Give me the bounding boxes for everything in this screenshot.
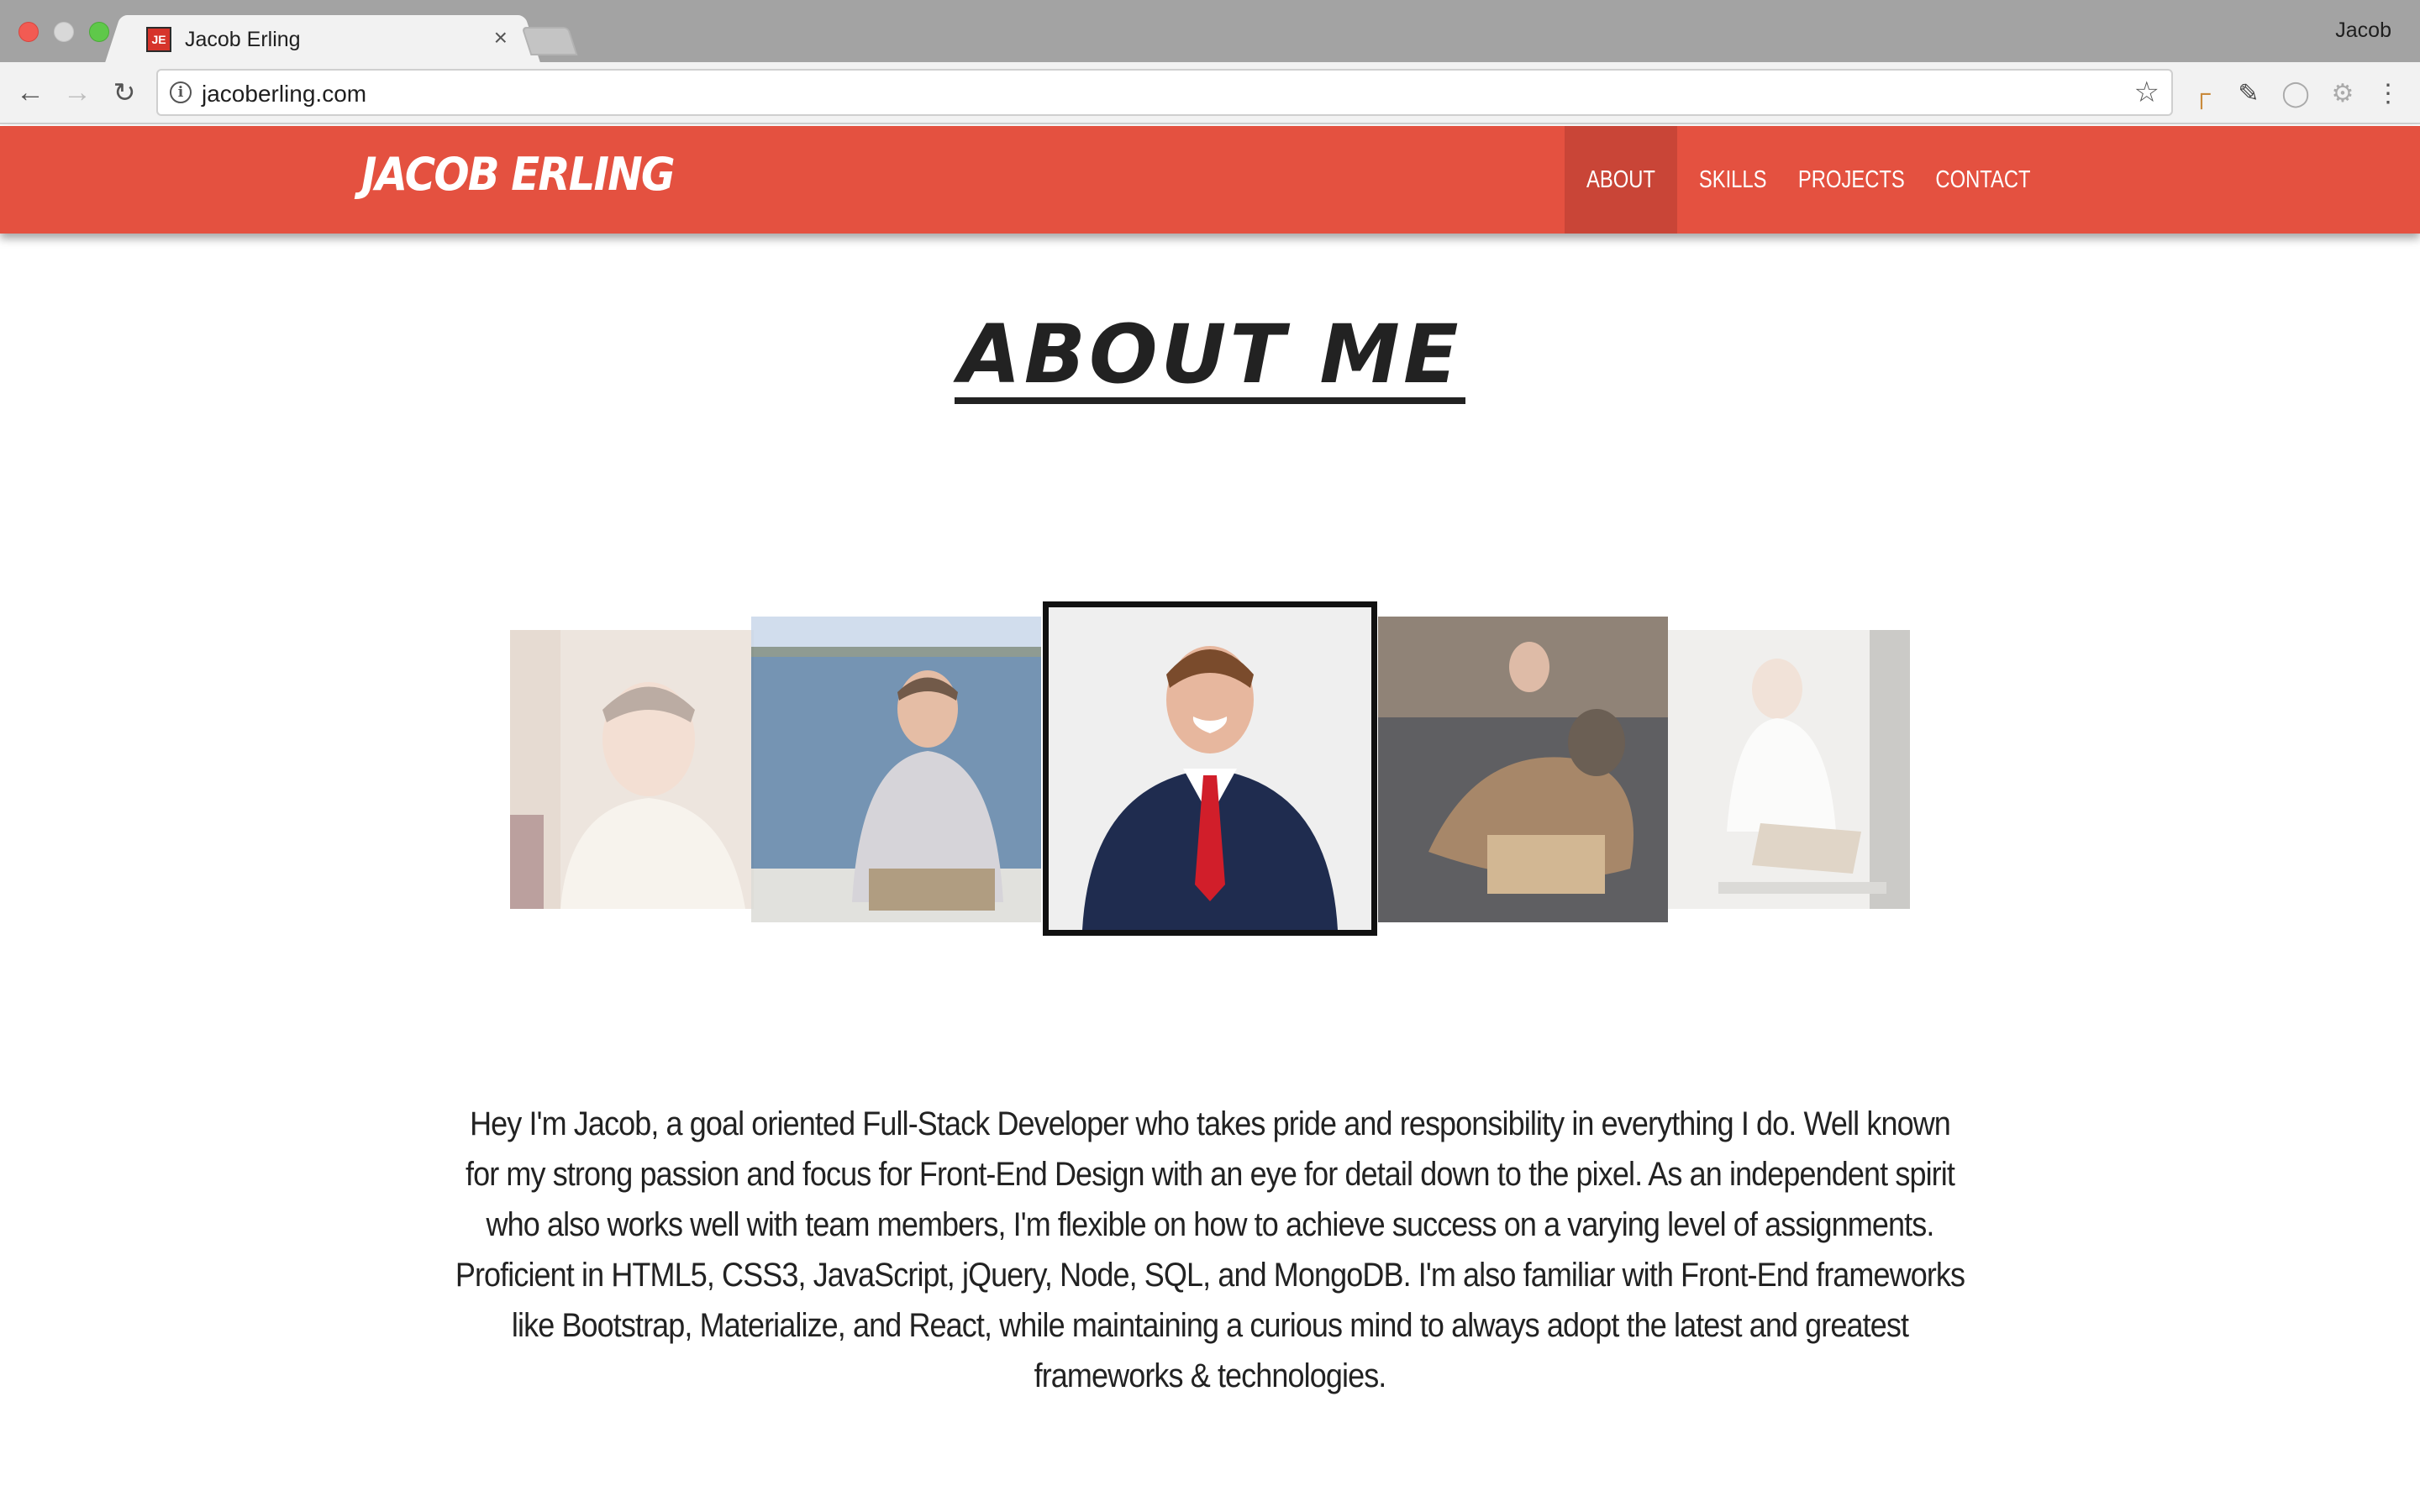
extension-ruler-icon[interactable]: ┌	[2185, 77, 2218, 111]
photo-carousel[interactable]	[0, 588, 2420, 941]
close-tab-icon[interactable]: ×	[494, 25, 508, 50]
star-icon[interactable]: ☆	[2134, 76, 2160, 109]
info-icon[interactable]: i	[170, 81, 192, 103]
browser-titlebar: JE Jacob Erling × Jacob	[0, 0, 2420, 64]
site-nav: ABOUT SKILLS PROJECTS CONTACT	[1565, 126, 2052, 234]
minimize-window-button[interactable]	[54, 22, 74, 42]
site-header: JACOB ERLING ABOUT SKILLS PROJECTS CONTA…	[0, 126, 2420, 234]
nav-skills[interactable]: SKILLS	[1677, 126, 1788, 234]
browser-toolbar: ← → ↻ i jacoberling.com ☆ ┌ ✎ ◯ ⚙ ⋮	[0, 62, 2420, 124]
nav-about[interactable]: ABOUT	[1565, 126, 1677, 234]
tab-title: Jacob Erling	[185, 28, 301, 51]
eyedropper-icon[interactable]: ✎	[2232, 77, 2265, 111]
browser-menu-icon[interactable]: ⋮	[2371, 77, 2405, 111]
new-tab-button[interactable]	[521, 27, 578, 55]
about-title: ABOUT ME	[0, 307, 2420, 404]
zoom-window-button[interactable]	[89, 22, 109, 42]
photo-dog-couch[interactable]	[1378, 617, 1668, 922]
photo-waterfront[interactable]	[751, 617, 1041, 922]
nav-projects[interactable]: PROJECTS	[1788, 126, 1914, 234]
reload-icon[interactable]: ↻	[108, 76, 141, 109]
about-title-text: ABOUT ME	[955, 312, 1465, 404]
browser-tab[interactable]: JE Jacob Erling ×	[128, 15, 518, 64]
close-window-button[interactable]	[18, 22, 39, 42]
nav-about-label: ABOUT	[1586, 165, 1655, 193]
nav-skills-label: SKILLS	[1698, 165, 1767, 193]
extension-circle-icon[interactable]: ◯	[2279, 77, 2312, 111]
nav-projects-label: PROJECTS	[1797, 165, 1905, 193]
url-text[interactable]: jacoberling.com	[202, 81, 366, 108]
arrow-right-icon[interactable]: →	[60, 76, 94, 109]
arrow-left-icon[interactable]: ←	[13, 76, 47, 109]
site-logo[interactable]: JACOB ERLING	[361, 148, 676, 201]
photo-suit[interactable]	[1043, 601, 1377, 936]
profile-name[interactable]: Jacob	[2335, 18, 2391, 43]
about-bio-text: Hey I'm Jacob, a goal oriented Full-Stac…	[455, 1105, 1965, 1394]
nav-contact[interactable]: CONTACT	[1914, 126, 2052, 234]
extension-gear-icon[interactable]: ⚙	[2326, 77, 2360, 111]
nav-contact-label: CONTACT	[1935, 165, 2031, 193]
site-favicon-icon: JE	[146, 27, 171, 52]
about-bio: Hey I'm Jacob, a goal oriented Full-Stac…	[370, 1099, 2050, 1401]
photo-sitting-outdoors[interactable]	[1668, 630, 1910, 909]
photo-hoodie[interactable]	[510, 630, 754, 909]
address-bar[interactable]: i jacoberling.com ☆	[156, 69, 2173, 116]
